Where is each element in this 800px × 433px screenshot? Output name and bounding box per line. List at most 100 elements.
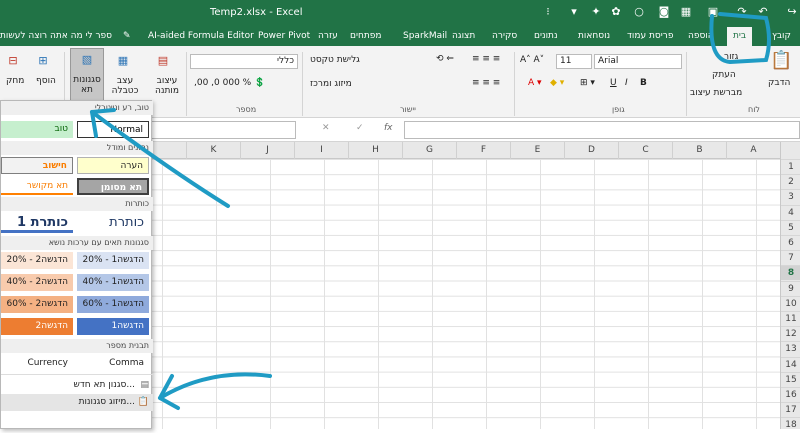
tab-home[interactable]: בית <box>727 27 753 46</box>
tab-help[interactable]: עזרה <box>318 29 338 44</box>
style-accent2[interactable]: הדגשה2 <box>1 318 73 335</box>
font-size-combo[interactable]: 11 <box>556 54 592 69</box>
row-header[interactable]: 14 <box>781 356 800 372</box>
share-icon[interactable]: ↪ <box>786 6 798 18</box>
tab-page-layout[interactable]: פריסת עמוד <box>627 29 673 44</box>
tab-ai-formula-editor[interactable]: AI-aided Formula Editor <box>148 29 254 44</box>
confirm-entry-icon[interactable]: ✓ <box>356 123 364 133</box>
tab-review[interactable]: סקירה <box>492 29 517 44</box>
tab-developer[interactable]: מפתחים <box>350 29 382 44</box>
insert-cells-icon[interactable]: ⊞ <box>36 54 50 68</box>
paste-icon[interactable]: 📋 <box>770 52 792 70</box>
tab-data[interactable]: נתונים <box>534 29 558 44</box>
format-as-table-button[interactable]: עצב כטבלה <box>108 76 142 96</box>
style-accent1-40[interactable]: הדגשה1 - 40% <box>77 274 149 291</box>
conditional-formatting-icon[interactable]: ▤ <box>156 54 170 68</box>
underline-button[interactable]: U <box>610 78 617 88</box>
column-header[interactable]: H <box>348 142 402 159</box>
insert-cells-button[interactable]: הוסף <box>36 76 56 86</box>
style-check-cell[interactable]: תא מסומן <box>77 178 149 195</box>
row-header[interactable]: 18 <box>781 417 800 432</box>
column-header[interactable]: A <box>726 142 780 159</box>
row-header[interactable]: 4 <box>781 204 800 220</box>
row-header[interactable]: 11 <box>781 311 800 326</box>
row-header[interactable]: 5 <box>781 219 800 235</box>
tab-sparkmail[interactable]: SparkMail <box>403 29 447 44</box>
delete-cells-icon[interactable]: ⊟ <box>6 54 20 68</box>
column-header[interactable]: K <box>186 142 240 159</box>
column-header[interactable]: I <box>294 142 348 159</box>
font-color-button[interactable]: A ▾ <box>528 78 542 88</box>
palette-icon[interactable]: ✿ <box>610 6 622 18</box>
style-accent2-60[interactable]: הדגשה2 - 60% <box>1 296 73 313</box>
style-note[interactable]: הערה <box>77 157 149 174</box>
bold-button[interactable]: B <box>640 78 647 88</box>
style-accent2-40[interactable]: הדגשה2 - 40% <box>1 274 73 291</box>
column-header[interactable]: F <box>456 142 510 159</box>
copy-button[interactable]: העתק <box>712 70 736 80</box>
row-header[interactable]: 12 <box>781 326 800 341</box>
delete-cells-button[interactable]: מחק <box>6 76 24 86</box>
borders-button[interactable]: ⊞ ▾ <box>580 78 595 88</box>
tab-file[interactable]: קובץ <box>772 29 791 44</box>
column-header[interactable]: B <box>672 142 726 159</box>
text-direction-button[interactable]: ⟲ ⇐ <box>436 54 454 64</box>
new-cell-style-item[interactable]: סגנון תא חדש... ▤ <box>1 377 153 394</box>
row-header[interactable]: 16 <box>781 387 800 402</box>
row-header[interactable]: 15 <box>781 371 800 387</box>
row-header[interactable]: 6 <box>781 235 800 250</box>
insert-function-icon[interactable]: fx <box>384 123 393 133</box>
column-header[interactable]: C <box>618 142 672 159</box>
row-header[interactable]: 13 <box>781 341 800 356</box>
font-name-combo[interactable]: Arial <box>594 54 682 69</box>
style-accent2-20[interactable]: הדגשה2 - 20% <box>1 252 73 269</box>
style-heading-1[interactable]: כותרת 1 <box>1 213 73 233</box>
customize-quick-access-icon[interactable]: ▾ <box>568 6 580 18</box>
column-header[interactable]: D <box>564 142 618 159</box>
style-comma[interactable]: Comma <box>77 355 149 372</box>
camera-icon[interactable]: ◙ <box>658 6 670 18</box>
style-currency[interactable]: Currency <box>1 355 73 372</box>
format-painter-button[interactable]: מברשת עיצוב <box>690 88 742 98</box>
style-calculation[interactable]: חישוב <box>1 157 73 174</box>
number-format-buttons[interactable]: ,00 ,0 000 % 💲 <box>194 78 265 88</box>
style-normal[interactable]: Normal <box>77 121 149 138</box>
format-as-table-icon[interactable]: ▦ <box>116 54 130 68</box>
column-header[interactable]: G <box>402 142 456 159</box>
cancel-entry-icon[interactable]: ✕ <box>322 123 330 133</box>
row-header[interactable]: 2 <box>781 174 800 189</box>
align-top-buttons[interactable]: ≡ ≡ ≡ <box>472 54 500 64</box>
tab-power-pivot[interactable]: Power Pivot <box>258 29 310 44</box>
style-accent1[interactable]: הדגשה1 <box>77 318 149 335</box>
wrap-text-button[interactable]: גלישת טקסט <box>310 55 360 65</box>
circle-icon[interactable]: ○ <box>633 6 645 18</box>
row-header[interactable]: 10 <box>781 295 800 311</box>
row-header[interactable]: 7 <box>781 250 800 265</box>
italic-button[interactable]: I <box>625 78 628 88</box>
paste-label[interactable]: הדבק <box>768 78 790 88</box>
align-horizontal-buttons[interactable]: ≡ ≡ ≡ <box>472 78 500 88</box>
cut-button[interactable]: גזור <box>724 52 738 62</box>
font-size-buttons[interactable]: A˄ A˅ <box>520 55 544 65</box>
merge-styles-item[interactable]: מיזוג סגנונות... 📋 <box>1 394 153 411</box>
row-header[interactable]: 8 <box>781 265 800 281</box>
tab-formulas[interactable]: נוסחאות <box>578 29 610 44</box>
row-header[interactable]: 17 <box>781 402 800 417</box>
fill-color-button[interactable]: ◆ ▾ <box>550 78 564 88</box>
save-icon[interactable]: ▣ <box>707 6 719 18</box>
column-header[interactable]: E <box>510 142 564 159</box>
style-accent1-60[interactable]: הדגשה1 - 60% <box>77 296 149 313</box>
merge-center-button[interactable]: מיזוג ומרכז <box>310 79 352 89</box>
row-header[interactable]: 1 <box>781 159 800 174</box>
quick-access-icon[interactable]: ⁝ <box>542 6 554 18</box>
formula-input[interactable] <box>404 121 800 139</box>
tell-me-box[interactable]: ספר לי מה אתה רוצה לעשות <box>0 29 118 44</box>
number-format-combo[interactable]: כללי <box>190 54 298 69</box>
style-accent1-20[interactable]: הדגשה1 - 20% <box>77 252 149 269</box>
tab-view[interactable]: תצוגה <box>452 29 475 44</box>
row-header[interactable]: 9 <box>781 280 800 296</box>
style-linked-cell[interactable]: תא מקושר <box>1 178 73 195</box>
column-header[interactable]: J <box>240 142 294 159</box>
style-title[interactable]: כותרת <box>77 213 149 233</box>
style-good[interactable]: טוב <box>1 121 73 138</box>
